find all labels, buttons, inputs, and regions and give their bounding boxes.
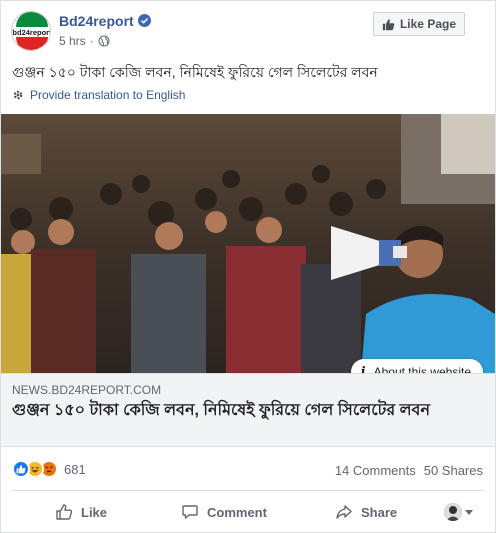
page-name-link[interactable]: Bd24report — [59, 13, 134, 29]
post-meta: 5 hrs · — [59, 34, 110, 48]
share-arrow-icon — [336, 505, 352, 519]
comment-button[interactable]: Comment — [181, 499, 267, 525]
post-photo[interactable] — [1, 114, 495, 373]
post-card: bd24report Bd24report 5 hrs · Like Page … — [0, 0, 496, 533]
like-reaction-icon — [12, 460, 30, 478]
post-stats: 14 Comments 50 Shares — [335, 463, 483, 478]
comment-icon — [182, 505, 198, 519]
share-button[interactable]: Share — [335, 499, 397, 525]
link-title: গুঞ্জন ১৫০ টাকা কেজি লবন, নিমিষেই ফুরিয়… — [12, 402, 430, 419]
globe-icon[interactable] — [98, 35, 110, 47]
actions-divider — [12, 490, 484, 491]
crowd-photo-image — [1, 114, 495, 373]
verified-badge-icon — [138, 14, 151, 27]
page-logo[interactable]: bd24report — [11, 11, 51, 51]
comments-count-link[interactable]: 14 Comments — [335, 463, 416, 478]
post-header: bd24report Bd24report 5 hrs · Like Page — [1, 1, 495, 57]
link-preview[interactable]: NEWS.BD24REPORT.COM গুঞ্জন ১৫০ টাকা কেজি… — [1, 373, 495, 447]
logo-text: bd24report — [12, 28, 51, 37]
reactions-summary[interactable]: 681 — [12, 460, 86, 478]
like-button[interactable]: Like — [55, 499, 107, 525]
meta-separator: · — [89, 34, 94, 48]
viewer-avatar — [444, 503, 462, 521]
reaction-count: 681 — [64, 461, 86, 477]
viewer-selector[interactable] — [444, 503, 473, 521]
caret-down-icon — [465, 509, 473, 515]
comment-label: Comment — [207, 504, 267, 520]
gear-icon — [13, 90, 23, 100]
like-page-label: Like Page — [399, 17, 456, 31]
link-domain: NEWS.BD24REPORT.COM — [12, 383, 162, 397]
translate-label: Provide translation to English — [30, 88, 186, 102]
thumbs-up-icon — [382, 18, 395, 30]
like-page-button[interactable]: Like Page — [372, 12, 465, 36]
translate-link[interactable]: Provide translation to English — [12, 88, 185, 102]
share-label: Share — [361, 504, 398, 520]
post-time-link[interactable]: 5 hrs — [59, 34, 86, 48]
shares-count-link[interactable]: 50 Shares — [424, 463, 483, 478]
like-label: Like — [81, 504, 108, 520]
post-text: গুঞ্জন ১৫০ টাকা কেজি লবন, নিমিষেই ফুরিয়… — [12, 64, 378, 80]
thumbs-up-icon — [56, 504, 73, 520]
action-bar: Like Comment Share — [1, 493, 495, 531]
